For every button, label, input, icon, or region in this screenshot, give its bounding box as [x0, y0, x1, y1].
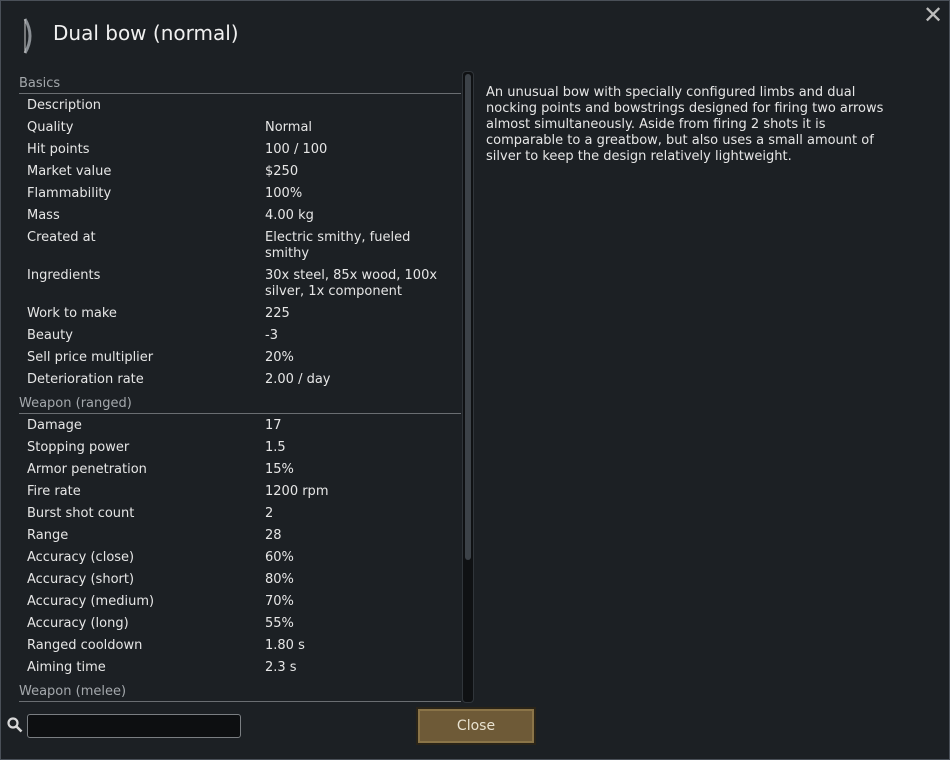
- stat-label: Accuracy (close): [27, 550, 135, 565]
- stat-row[interactable]: Quality Normal: [19, 117, 461, 139]
- stat-label: Market value: [27, 164, 112, 179]
- stats-list[interactable]: Basics Description Quality Normal Hit points…: [19, 71, 461, 707]
- stat-label: Accuracy (medium): [27, 594, 155, 609]
- stat-label: Work to make: [27, 306, 117, 321]
- stat-label: Aiming time: [27, 660, 106, 675]
- stat-value: 2: [265, 506, 274, 521]
- stat-label: Burst shot count: [27, 506, 135, 521]
- section-header: Weapon (ranged): [19, 391, 461, 414]
- stat-value: 225: [265, 306, 290, 321]
- stat-row[interactable]: Flammability 100%: [19, 183, 461, 205]
- section-header: Weapon (melee): [19, 679, 461, 702]
- stat-value: 2.3 s: [265, 660, 297, 675]
- stat-row[interactable]: Fire rate 1200 rpm: [19, 481, 461, 503]
- stat-label: Accuracy (long): [27, 616, 129, 631]
- stat-label: Created at: [27, 230, 96, 245]
- stat-label: Hit points: [27, 142, 90, 157]
- stat-value: 28: [265, 528, 282, 543]
- stat-label: Quality: [27, 120, 74, 135]
- stat-value: 1200 rpm: [265, 484, 329, 499]
- stat-value: 30x steel, 85x wood, 100x silver, 1x com…: [265, 268, 438, 299]
- item-description: An unusual bow with specially configured…: [486, 85, 884, 164]
- stat-label: Deterioration rate: [27, 372, 144, 387]
- stat-value: 100%: [265, 186, 303, 201]
- stat-row[interactable]: Accuracy (medium) 70%: [19, 591, 461, 613]
- stat-row[interactable]: Hit points 100 / 100: [19, 139, 461, 161]
- stat-label: Flammability: [27, 186, 112, 201]
- stat-value: 4.00 kg: [265, 208, 314, 223]
- stat-value: [265, 98, 455, 114]
- stat-label: Description: [27, 98, 102, 113]
- stat-row[interactable]: Range 28: [19, 525, 461, 547]
- stat-value: Normal: [265, 120, 313, 135]
- stat-value: $250: [265, 164, 299, 179]
- stat-value: 70%: [265, 594, 294, 609]
- close-button[interactable]: Close: [416, 707, 536, 745]
- stat-row[interactable]: Accuracy (short) 80%: [19, 569, 461, 591]
- stat-value: 20%: [265, 350, 294, 365]
- stat-value: -3: [265, 328, 278, 343]
- bow-icon: [23, 18, 32, 54]
- stat-row[interactable]: Market value $250: [19, 161, 461, 183]
- search-input[interactable]: [27, 714, 241, 738]
- stat-value: 1.80 s: [265, 638, 305, 653]
- stat-row[interactable]: Sell price multiplier 20%: [19, 347, 461, 369]
- stat-row[interactable]: Aiming time 2.3 s: [19, 657, 461, 679]
- stat-row[interactable]: Work to make 225: [19, 303, 461, 325]
- scrollbar[interactable]: [462, 71, 474, 703]
- stat-value: Electric smithy, fueled smithy: [265, 230, 411, 261]
- stat-row[interactable]: Armor penetration 15%: [19, 459, 461, 481]
- stat-value: 1.5: [265, 440, 286, 455]
- stat-row[interactable]: Mass 4.00 kg: [19, 205, 461, 227]
- close-icon[interactable]: ✕: [921, 3, 945, 28]
- section-header: Basics: [19, 71, 461, 94]
- stat-row[interactable]: Accuracy (long) 55%: [19, 613, 461, 635]
- stat-row[interactable]: Deterioration rate 2.00 / day: [19, 369, 461, 391]
- stat-row[interactable]: Damage 17: [19, 415, 461, 437]
- stat-value: 15%: [265, 462, 294, 477]
- stat-row[interactable]: Melee damage per second5.00: [19, 703, 461, 707]
- stat-row[interactable]: Stopping power 1.5: [19, 437, 461, 459]
- stat-value: 60%: [265, 550, 294, 565]
- stat-value: 80%: [265, 572, 294, 587]
- stat-label: Melee damage per second: [27, 706, 265, 707]
- stat-label: Sell price multiplier: [27, 350, 154, 365]
- stat-row[interactable]: Beauty -3: [19, 325, 461, 347]
- stat-row[interactable]: Description: [19, 95, 461, 117]
- stat-label: Armor penetration: [27, 462, 147, 477]
- stat-row[interactable]: Ranged cooldown 1.80 s: [19, 635, 461, 657]
- item-info-dialog: ✕ Dual bow (normal) Basics Description Qua…: [0, 0, 950, 760]
- stat-value: 17: [265, 418, 282, 433]
- dialog-title: Dual bow (normal): [53, 21, 239, 45]
- stat-label: Ranged cooldown: [27, 638, 143, 653]
- stat-value: 100 / 100: [265, 142, 328, 157]
- stat-value: 2.00 / day: [265, 372, 331, 387]
- stat-label: Fire rate: [27, 484, 81, 499]
- stat-label: Ingredients: [27, 268, 101, 283]
- stat-label: Damage: [27, 418, 82, 433]
- stat-label: Accuracy (short): [27, 572, 135, 587]
- stat-label: Beauty: [27, 328, 73, 343]
- stat-row[interactable]: Ingredients 30x steel, 85x wood, 100x sil…: [19, 265, 461, 303]
- stat-label: Mass: [27, 208, 60, 223]
- search-icon: [7, 717, 23, 733]
- stat-label: Stopping power: [27, 440, 130, 455]
- scrollbar-thumb[interactable]: [465, 74, 471, 560]
- stat-row[interactable]: Created at Electric smithy, fueled smithy: [19, 227, 461, 265]
- stat-value: 55%: [265, 616, 294, 631]
- stat-row[interactable]: Burst shot count 2: [19, 503, 461, 525]
- stat-label: Range: [27, 528, 69, 543]
- stat-row[interactable]: Accuracy (close) 60%: [19, 547, 461, 569]
